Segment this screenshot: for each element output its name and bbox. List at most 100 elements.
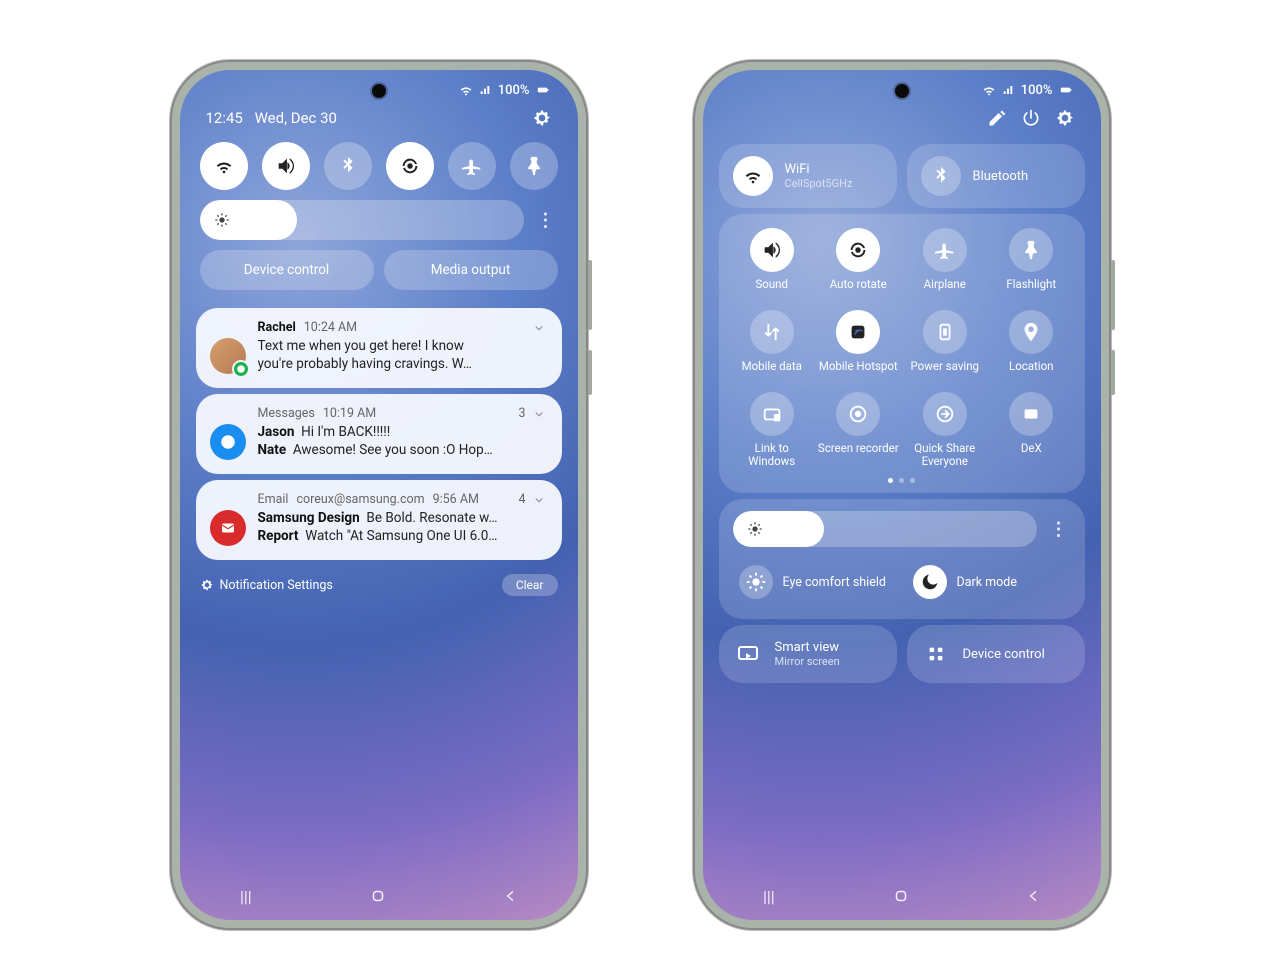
- clock-date: Wed, Dec 30: [255, 109, 337, 127]
- wifi-tile[interactable]: WiFiCellSpot5GHz: [719, 144, 897, 208]
- screenrec-icon: [836, 392, 880, 436]
- qs-label: Mobile Hotspot: [819, 360, 898, 388]
- qs-tile-dex[interactable]: DeX: [990, 392, 1073, 470]
- notif-text: you're probably having cravings. W…: [258, 355, 546, 373]
- battery-text: 100%: [1021, 83, 1053, 98]
- phone-right: 100% WiFiCellSpot5GHz: [693, 60, 1111, 930]
- toggle-bluetooth[interactable]: [324, 142, 372, 190]
- nav-back[interactable]: [481, 888, 541, 904]
- notification-settings-link[interactable]: Notification Settings: [220, 578, 333, 593]
- qs-tile-link[interactable]: Link to Windows: [731, 392, 814, 470]
- pager[interactable]: [731, 470, 1073, 483]
- qs-label: Airplane: [924, 278, 966, 306]
- qs-label: Link to Windows: [731, 442, 814, 470]
- qs-label: Flashlight: [1006, 278, 1056, 306]
- dark-mode-toggle[interactable]: Dark mode: [907, 559, 1071, 605]
- bluetooth-icon: [921, 156, 961, 196]
- nav-home[interactable]: [871, 887, 931, 905]
- media-output-button[interactable]: Media output: [384, 250, 558, 290]
- device-control-button[interactable]: Device control: [200, 250, 374, 290]
- device-control-card[interactable]: Device control: [907, 625, 1085, 683]
- nav-home[interactable]: [348, 887, 408, 905]
- toggle-airplane[interactable]: [448, 142, 496, 190]
- signal-icon: [478, 82, 494, 98]
- messages-icon: [210, 424, 246, 460]
- notif-count: 4: [518, 492, 525, 507]
- bluetooth-tile[interactable]: Bluetooth: [907, 144, 1085, 208]
- mail-icon: [210, 510, 246, 546]
- settings-icon[interactable]: [532, 108, 552, 128]
- toggle-autorotate[interactable]: [386, 142, 434, 190]
- notif-time: 9:56 AM: [433, 492, 479, 507]
- hotspot-icon: [836, 310, 880, 354]
- quick-settings-grid: Sound Auto rotate Airplane Flashlight Mobile…: [719, 214, 1085, 493]
- qs-tile-flashlight[interactable]: Flashlight: [990, 228, 1073, 306]
- brightness-icon: [214, 212, 230, 228]
- messages-badge-icon: [232, 360, 250, 378]
- nav-recents[interactable]: |||: [739, 887, 799, 906]
- battery-icon: [1057, 83, 1075, 97]
- qs-tile-sound[interactable]: Sound: [731, 228, 814, 306]
- notif-count: 3: [518, 406, 525, 421]
- brightness-panel: ⋮ Eye comfort shield Dark mode: [719, 499, 1085, 619]
- qs-label: Mobile data: [742, 360, 802, 388]
- wifi-label: WiFi: [785, 162, 853, 177]
- battery-text: 100%: [498, 83, 530, 98]
- cast-icon: [733, 639, 763, 669]
- qs-label: Screen recorder: [818, 442, 899, 470]
- link-icon: [750, 392, 794, 436]
- smart-view-card[interactable]: Smart viewMirror screen: [719, 625, 897, 683]
- panel-header: [703, 102, 1101, 138]
- qs-label: Auto rotate: [830, 278, 887, 306]
- brightness-slider[interactable]: [200, 200, 524, 240]
- qs-tile-screenrec[interactable]: Screen recorder: [817, 392, 900, 470]
- powersave-icon: [923, 310, 967, 354]
- phone-left: 100% 12:45 Wed, Dec 30: [170, 60, 588, 930]
- notification-card[interactable]: Rachel 10:24 AM Text me when you get her…: [196, 308, 562, 388]
- toggle-wifi[interactable]: [200, 142, 248, 190]
- qs-tile-autorotate[interactable]: Auto rotate: [817, 228, 900, 306]
- camera-hole: [372, 84, 386, 98]
- flashlight-icon: [1009, 228, 1053, 272]
- nav-back[interactable]: [1004, 888, 1064, 904]
- notif-app: Email: [258, 492, 289, 507]
- clear-button[interactable]: Clear: [502, 574, 558, 596]
- expand-icon[interactable]: [532, 407, 546, 421]
- signal-icon: [1001, 82, 1017, 98]
- notif-sender: coreux@samsung.com: [296, 492, 424, 507]
- quickshare-icon: [923, 392, 967, 436]
- qs-tile-hotspot[interactable]: Mobile Hotspot: [817, 310, 900, 388]
- qs-label: Sound: [755, 278, 788, 306]
- moon-icon: [913, 565, 947, 599]
- nav-recents[interactable]: |||: [216, 887, 276, 906]
- notif-time: 10:24 AM: [304, 320, 357, 335]
- notif-sender: Rachel: [258, 320, 296, 335]
- qs-tile-quickshare[interactable]: Quick Share Everyone: [904, 392, 987, 470]
- qs-tile-powersave[interactable]: Power saving: [904, 310, 987, 388]
- brightness-more-icon[interactable]: ⋮: [1047, 519, 1071, 540]
- eye-comfort-toggle[interactable]: Eye comfort shield: [733, 559, 897, 605]
- expand-icon[interactable]: [532, 493, 546, 507]
- quick-toggle-row: [180, 138, 578, 200]
- wifi-network: CellSpot5GHz: [785, 177, 853, 190]
- brightness-more-icon[interactable]: ⋮: [534, 210, 558, 231]
- wifi-icon: [981, 82, 997, 98]
- toggle-sound[interactable]: [262, 142, 310, 190]
- autorotate-icon: [836, 228, 880, 272]
- qs-tile-mobiledata[interactable]: Mobile data: [731, 310, 814, 388]
- notification-card[interactable]: Messages 10:19 AM 3 Jason Hi I'm BACK!!!…: [196, 394, 562, 474]
- settings-icon[interactable]: [1055, 108, 1075, 128]
- power-icon[interactable]: [1021, 108, 1041, 128]
- wifi-icon: [733, 156, 773, 196]
- expand-icon[interactable]: [532, 321, 546, 335]
- qs-tile-airplane[interactable]: Airplane: [904, 228, 987, 306]
- qs-label: DeX: [1021, 442, 1042, 470]
- toggle-flashlight[interactable]: [510, 142, 558, 190]
- wifi-icon: [458, 82, 474, 98]
- mobiledata-icon: [750, 310, 794, 354]
- notification-card[interactable]: Email coreux@samsung.com 9:56 AM 4 Samsu…: [196, 480, 562, 560]
- edit-icon[interactable]: [987, 108, 1007, 128]
- qs-tile-location[interactable]: Location: [990, 310, 1073, 388]
- bluetooth-label: Bluetooth: [973, 169, 1029, 184]
- brightness-slider[interactable]: [733, 511, 1037, 547]
